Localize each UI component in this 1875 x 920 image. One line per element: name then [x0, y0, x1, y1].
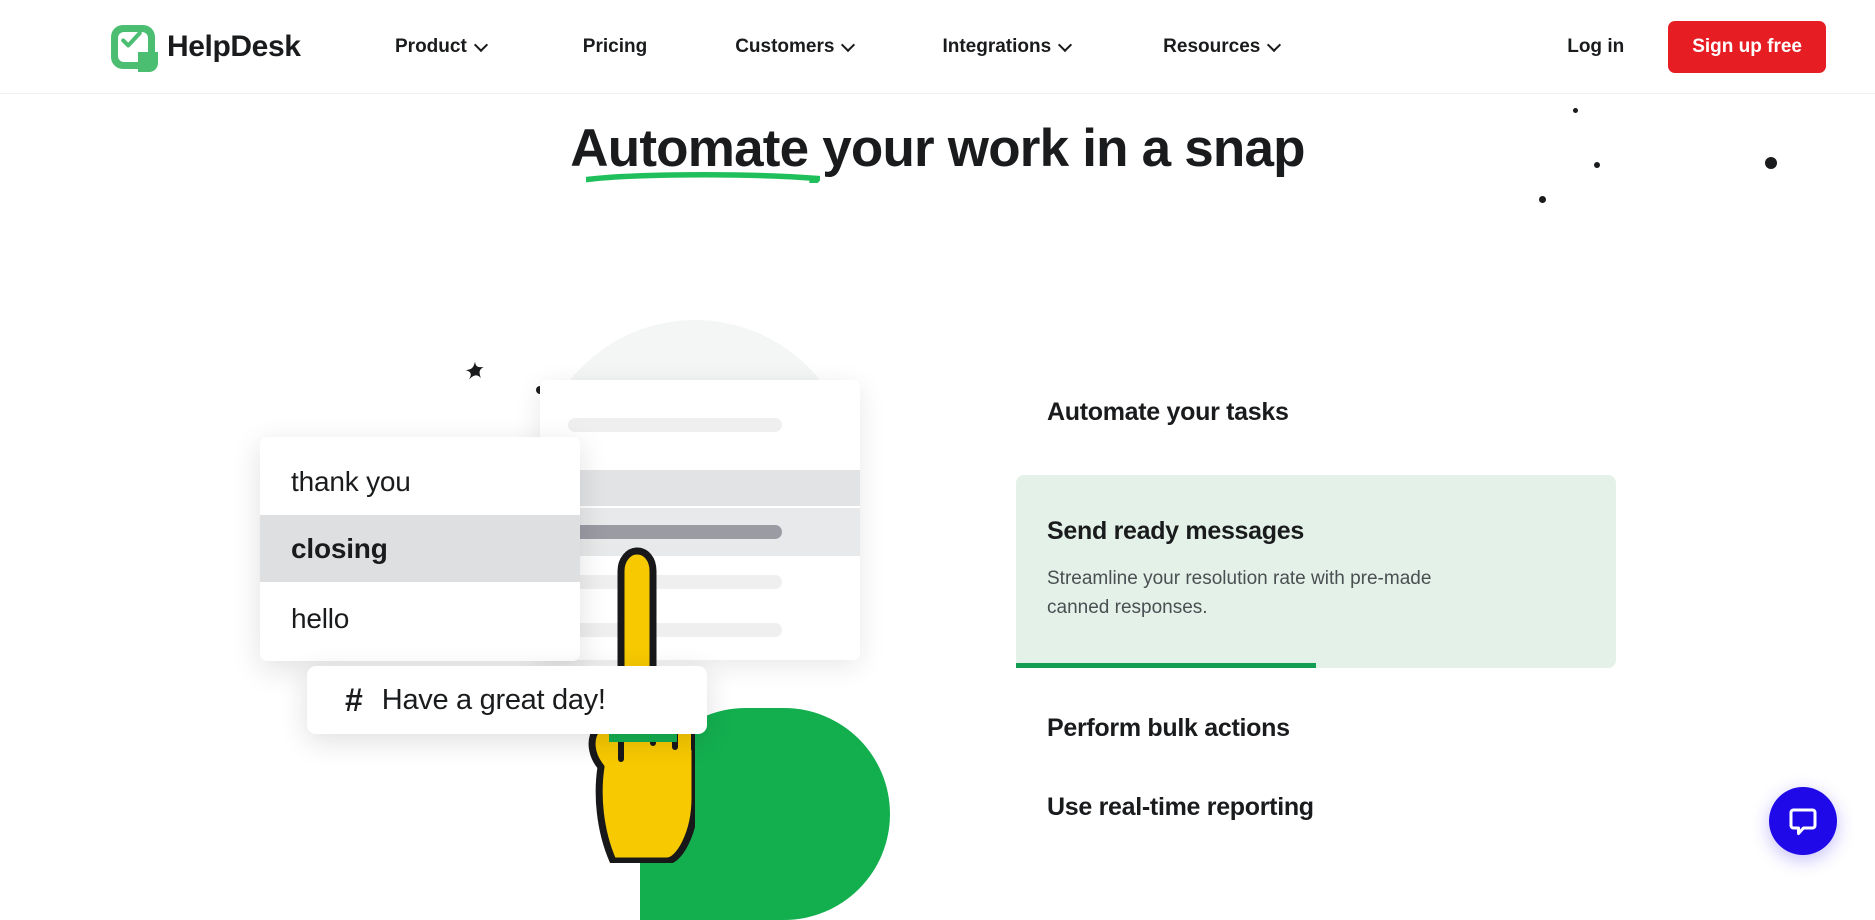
feature-progress-track — [1016, 663, 1616, 668]
signup-free-button[interactable]: Sign up free — [1668, 21, 1826, 73]
chevron-down-icon — [1269, 40, 1280, 51]
feature-description: Streamline your resolution rate with pre… — [1047, 564, 1477, 622]
canned-response-text: Have a great day! — [382, 684, 606, 717]
nav-item-product[interactable]: Product — [395, 36, 487, 58]
feature-title: Perform bulk actions — [1047, 714, 1616, 743]
dropdown-item-closing[interactable]: closing — [260, 515, 580, 582]
site-header: HelpDesk Product Pricing Customers Integ… — [0, 0, 1875, 94]
nav-item-label: Integrations — [942, 36, 1051, 58]
feature-title: Automate your tasks — [1047, 398, 1616, 427]
feature-item-send-ready-messages[interactable]: Send ready messages Streamline your reso… — [1016, 475, 1616, 668]
decor-dot — [1765, 157, 1777, 169]
helpdesk-check-logo-icon — [111, 25, 155, 69]
chat-widget-button[interactable] — [1769, 787, 1837, 855]
automation-illustration: thank you closing hello # Have a great d… — [260, 290, 920, 876]
nav-item-label: Customers — [735, 36, 834, 58]
header-actions: Log in Sign up free — [1567, 0, 1875, 94]
feature-list: Automate your tasks Send ready messages … — [1016, 398, 1616, 822]
feature-item-use-real-time-reporting[interactable]: Use real-time reporting — [1016, 793, 1616, 822]
brand-logo-link[interactable]: HelpDesk — [111, 25, 301, 69]
chevron-down-icon — [843, 40, 854, 51]
dropdown-item-thank-you[interactable]: thank you — [260, 448, 580, 515]
canned-response-preview-card[interactable]: # Have a great day! — [307, 666, 707, 734]
dropdown-item-label: closing — [291, 533, 388, 565]
feature-title: Send ready messages — [1047, 517, 1585, 546]
feature-title: Use real-time reporting — [1047, 793, 1616, 822]
chat-bubble-icon — [1787, 805, 1819, 837]
hero-underline-stroke — [586, 171, 820, 183]
ticket-row-selected-bar — [568, 525, 782, 539]
chevron-down-icon — [1060, 40, 1071, 51]
feature-item-perform-bulk-actions[interactable]: Perform bulk actions — [1016, 714, 1616, 743]
dropdown-item-hello[interactable]: hello — [260, 585, 580, 652]
nav-item-pricing[interactable]: Pricing — [583, 36, 647, 58]
page-title: Automate your work in a snap — [570, 118, 1304, 179]
nav-item-label: Product — [395, 36, 467, 58]
nav-item-resources[interactable]: Resources — [1163, 36, 1280, 58]
chevron-down-icon — [476, 40, 487, 51]
ticket-row-band — [540, 470, 860, 506]
dropdown-item-label: thank you — [291, 466, 411, 498]
nav-item-label: Resources — [1163, 36, 1260, 58]
decor-dot — [1594, 162, 1600, 168]
brand-name: HelpDesk — [167, 30, 301, 64]
dropdown-item-label: hello — [291, 603, 349, 635]
feature-progress-fill — [1016, 663, 1316, 668]
nav-item-label: Pricing — [583, 36, 647, 58]
feature-item-automate-your-tasks[interactable]: Automate your tasks — [1016, 398, 1616, 427]
login-link[interactable]: Log in — [1567, 36, 1624, 58]
canned-responses-dropdown[interactable]: thank you closing hello — [260, 437, 580, 661]
main-nav: Product Pricing Customers Integrations R… — [395, 0, 1280, 94]
hero-section: Automate your work in a snap — [0, 118, 1875, 179]
nav-item-customers[interactable]: Customers — [735, 36, 854, 58]
decor-dot — [1539, 196, 1546, 203]
nav-item-integrations[interactable]: Integrations — [942, 36, 1071, 58]
placeholder-bar — [568, 418, 782, 432]
hash-icon: # — [345, 684, 363, 716]
decor-dot — [1573, 108, 1578, 113]
